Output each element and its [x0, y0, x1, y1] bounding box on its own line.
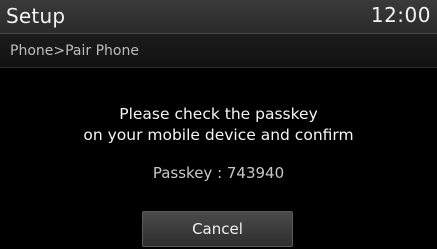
passkey-text: Passkey : 743940	[152, 164, 285, 182]
clock: 12:00	[370, 3, 431, 27]
page-title: Setup	[6, 4, 66, 28]
cancel-button[interactable]: Cancel	[142, 211, 293, 247]
confirmation-message: Please check the passkey on your mobile …	[0, 104, 437, 146]
breadcrumb: Phone>Pair Phone	[10, 43, 139, 59]
breadcrumb-bar: Phone>Pair Phone	[0, 34, 437, 68]
message-line-2: on your mobile device and confirm	[83, 126, 354, 144]
title-bar: Setup 12:00	[0, 0, 437, 34]
message-line-1: Please check the passkey	[119, 105, 318, 123]
